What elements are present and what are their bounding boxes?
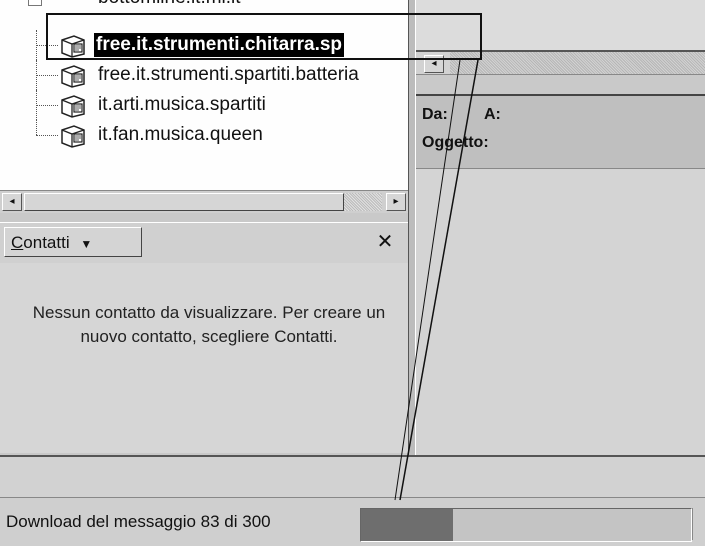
to-label: A: — [484, 106, 501, 123]
tree-item-label: free.it.strumenti.spartiti.batteria — [98, 64, 359, 85]
tree-item-label: bottomline.it.ml.it — [98, 0, 241, 10]
contacts-button-label: ontatti — [23, 233, 70, 252]
tree-item-label: it.fan.musica.queen — [98, 124, 263, 145]
contacts-empty-message: Nessun contatto da visualizzare. Per cre… — [32, 303, 386, 346]
contacts-pane: Nessun contatto da visualizzare. Per cre… — [0, 263, 410, 453]
contacts-toolbar: Contatti ▼ ✕ — [0, 222, 410, 264]
tree-item[interactable]: it.arti.musica.spartiti — [0, 90, 408, 120]
bottom-strip — [0, 457, 705, 497]
status-text: Download del messaggio 83 di 300 — [6, 512, 271, 531]
scroll-track[interactable] — [344, 193, 382, 211]
message-header: Da: A: Oggetto: — [416, 94, 705, 170]
newsgroup-icon — [58, 64, 88, 88]
message-preview[interactable] — [416, 168, 705, 457]
from-label: Da: — [422, 106, 448, 123]
subject-label: Oggetto: — [422, 134, 489, 151]
tree-connector — [36, 75, 58, 76]
status-panel — [692, 508, 705, 540]
scroll-right-arrow-icon[interactable]: ▸ — [386, 193, 406, 211]
tree-connector — [36, 135, 58, 136]
tree-expander-icon[interactable] — [28, 0, 42, 6]
close-icon[interactable]: ✕ — [374, 229, 396, 255]
tree-item[interactable]: it.fan.musica.queen — [0, 120, 408, 150]
newsgroup-icon — [58, 124, 88, 148]
scroll-track[interactable] — [450, 52, 705, 74]
drag-focus-rectangle — [46, 13, 482, 60]
download-progress-bar — [360, 508, 692, 542]
scroll-left-arrow-icon[interactable]: ◂ — [2, 193, 22, 211]
pane-splitter[interactable] — [408, 0, 416, 510]
tree-horizontal-scrollbar[interactable]: ◂ ▸ — [0, 190, 410, 213]
status-bar: Download del messaggio 83 di 300 — [0, 497, 705, 546]
newsgroup-icon — [58, 94, 88, 118]
tree-item[interactable]: free.it.strumenti.spartiti.batteria — [0, 60, 408, 90]
scroll-thumb[interactable] — [24, 193, 344, 211]
tree-connector — [36, 105, 58, 106]
progress-fill — [361, 509, 454, 541]
tree-item-label: it.arti.musica.spartiti — [98, 94, 266, 115]
contacts-menu-button[interactable]: Contatti ▼ — [4, 227, 142, 257]
chevron-down-icon: ▼ — [80, 237, 93, 251]
tree-connector — [36, 120, 37, 135]
contacts-accel-letter: C — [11, 233, 24, 252]
